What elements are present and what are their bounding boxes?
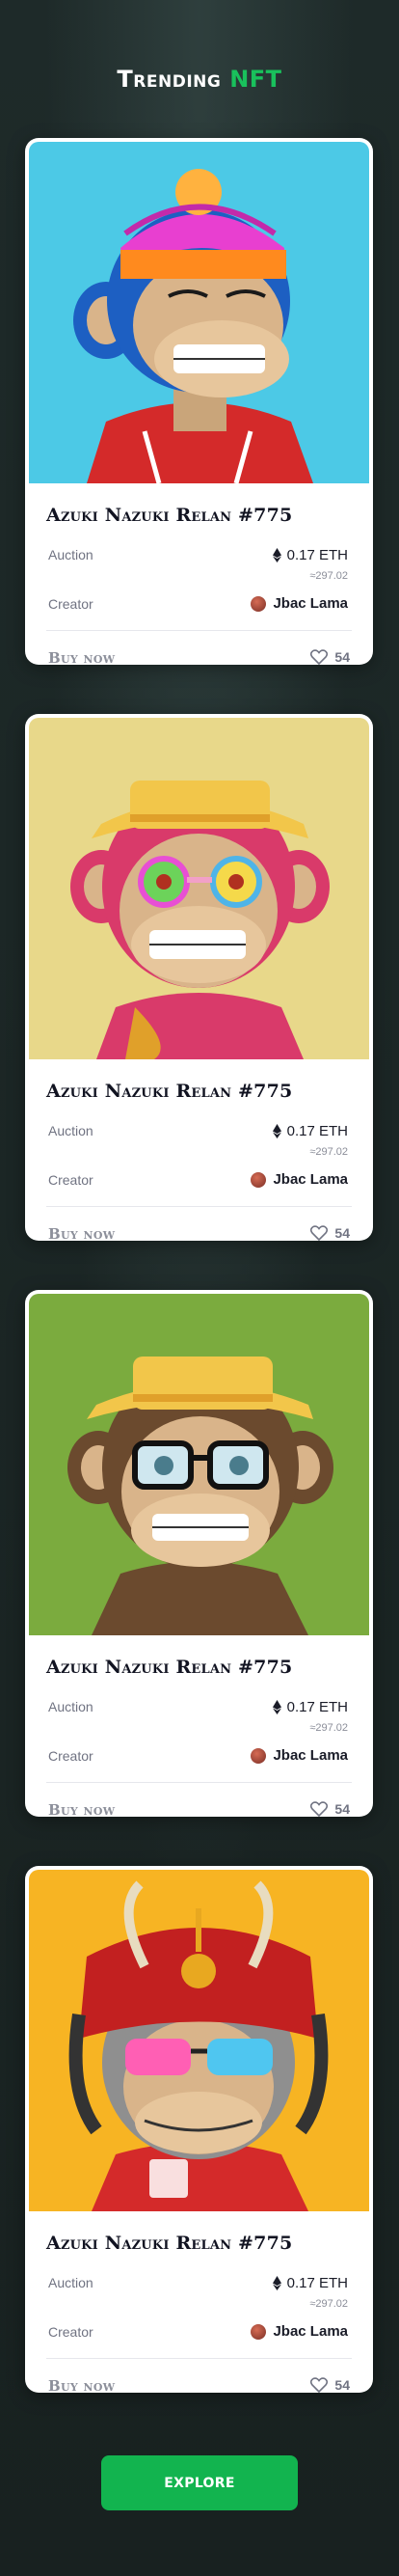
price: 0.17 ETH (272, 1699, 348, 1715)
price-value: 0.17 ETH (286, 1123, 348, 1139)
like-count: 54 (334, 1801, 350, 1817)
usd-value: ≈297.02 (309, 1146, 348, 1158)
creator[interactable]: Jbac Lama (251, 1171, 348, 1188)
nft-card[interactable]: Azuki Nazuki Relan #775 Auction 0.17 ETH… (25, 714, 373, 1241)
nft-image[interactable] (29, 1294, 369, 1635)
creator-label: Creator (48, 1172, 93, 1188)
ethereum-icon (272, 1700, 281, 1714)
auction-label: Auction (48, 1699, 93, 1714)
creator-avatar (251, 2323, 267, 2340)
nft-image[interactable] (29, 718, 369, 1059)
creator-name[interactable]: Jbac Lama (273, 1747, 348, 1764)
creator-avatar (251, 595, 267, 612)
nft-title[interactable]: Azuki Nazuki Relan #775 (46, 2233, 292, 2254)
price-value: 0.17 ETH (286, 547, 348, 563)
price: 0.17 ETH (272, 1123, 348, 1139)
heart-icon (310, 649, 329, 665)
price-value: 0.17 ETH (286, 1699, 348, 1715)
buy-now-button[interactable]: Buy now (48, 1801, 115, 1817)
price: 0.17 ETH (272, 547, 348, 563)
divider (46, 1782, 352, 1783)
page-title-accent: NFT (229, 66, 282, 93)
usd-value: ≈297.02 (309, 570, 348, 582)
creator-name[interactable]: Jbac Lama (273, 2323, 348, 2340)
explore-button[interactable]: EXPLORE (101, 2455, 298, 2510)
creator-label: Creator (48, 596, 93, 612)
creator[interactable]: Jbac Lama (251, 2323, 348, 2340)
usd-value: ≈297.02 (309, 2298, 348, 2310)
heart-icon (310, 2377, 329, 2393)
ethereum-icon (272, 2276, 281, 2290)
price-value: 0.17 ETH (286, 2275, 348, 2291)
nft-image[interactable] (29, 1870, 369, 2211)
nft-title[interactable]: Azuki Nazuki Relan #775 (46, 1081, 292, 1102)
like-count: 54 (334, 1225, 350, 1241)
nft-title[interactable]: Azuki Nazuki Relan #775 (46, 1657, 292, 1678)
nft-card[interactable]: Azuki Nazuki Relan #775 Auction 0.17 ETH… (25, 1866, 373, 2393)
heart-icon (310, 1801, 329, 1817)
heart-icon (310, 1225, 329, 1241)
divider (46, 1206, 352, 1207)
creator-name[interactable]: Jbac Lama (273, 1171, 348, 1188)
like-button[interactable]: 54 (310, 1225, 350, 1241)
nft-image[interactable] (29, 142, 369, 483)
divider (46, 630, 352, 631)
auction-label: Auction (48, 2275, 93, 2290)
creator-avatar (251, 1747, 267, 1764)
price: 0.17 ETH (272, 2275, 348, 2291)
creator[interactable]: Jbac Lama (251, 595, 348, 612)
like-button[interactable]: 54 (310, 1801, 350, 1817)
usd-value: ≈297.02 (309, 1722, 348, 1734)
ethereum-icon (272, 548, 281, 562)
like-count: 54 (334, 649, 350, 665)
buy-now-button[interactable]: Buy now (48, 2377, 115, 2393)
creator-avatar (251, 1171, 267, 1188)
nft-card[interactable]: Azuki Nazuki Relan #775 Auction 0.17 ETH… (25, 138, 373, 665)
nft-card[interactable]: Azuki Nazuki Relan #775 Auction 0.17 ETH… (25, 1290, 373, 1817)
like-button[interactable]: 54 (310, 649, 350, 665)
creator-label: Creator (48, 2324, 93, 2340)
page-title: Trending NFT (117, 66, 282, 93)
ethereum-icon (272, 1124, 281, 1138)
auction-label: Auction (48, 1123, 93, 1138)
buy-now-button[interactable]: Buy now (48, 649, 115, 665)
creator-name[interactable]: Jbac Lama (273, 595, 348, 612)
like-button[interactable]: 54 (310, 2377, 350, 2393)
like-count: 54 (334, 2377, 350, 2393)
nft-title[interactable]: Azuki Nazuki Relan #775 (46, 505, 292, 526)
creator-label: Creator (48, 1748, 93, 1764)
creator[interactable]: Jbac Lama (251, 1747, 348, 1764)
buy-now-button[interactable]: Buy now (48, 1225, 115, 1241)
auction-label: Auction (48, 547, 93, 562)
divider (46, 2358, 352, 2359)
